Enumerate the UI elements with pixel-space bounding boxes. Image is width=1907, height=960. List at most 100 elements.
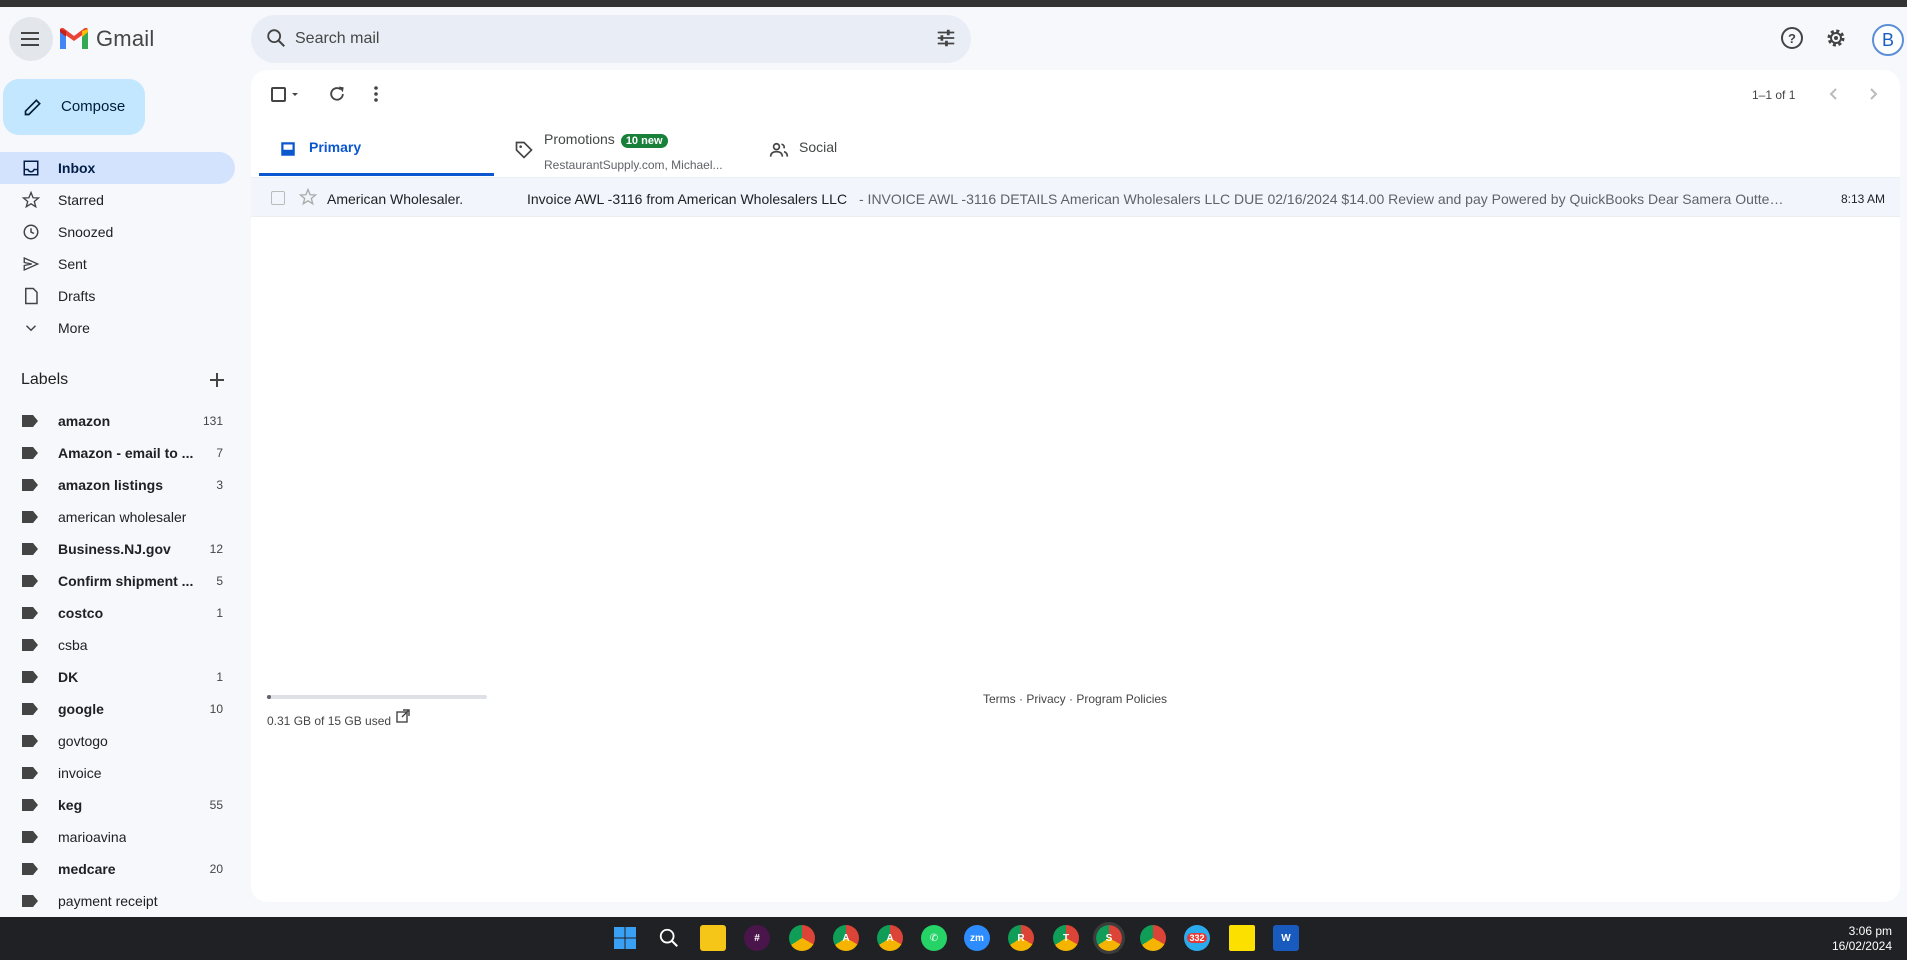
label-item[interactable]: payment receipt — [0, 885, 235, 917]
label-item[interactable]: keg 55 — [0, 789, 235, 821]
search-icon — [659, 928, 678, 947]
label-name: Business.NJ.gov — [58, 541, 171, 557]
label-tag-icon — [22, 511, 38, 523]
more-vert-icon — [374, 86, 378, 102]
program-policies-link[interactable]: Program Policies — [1076, 692, 1167, 706]
label-name: Confirm shipment ... — [58, 573, 194, 589]
search-bar[interactable] — [251, 15, 971, 63]
label-tag-icon — [22, 767, 38, 779]
search-input[interactable] — [295, 27, 895, 51]
tab-promotions[interactable]: Promotions 10 new RestaurantSupply.com, M… — [494, 122, 729, 176]
select-all-checkbox[interactable] — [270, 84, 304, 109]
file-explorer-icon[interactable] — [700, 925, 726, 951]
system-clock[interactable]: 3:06 pm 16/02/2024 — [1832, 924, 1892, 954]
tab-primary[interactable]: Primary — [259, 122, 494, 176]
label-item[interactable]: DK 1 — [0, 661, 235, 693]
search-options-icon[interactable] — [935, 27, 957, 49]
nav-item-drafts[interactable]: Drafts — [0, 280, 235, 312]
profile-badge: T — [1062, 932, 1070, 944]
chrome-profile-t-icon[interactable]: T — [1053, 925, 1079, 951]
label-name: Amazon - email to ... — [58, 445, 194, 461]
newer-button[interactable] — [1824, 84, 1844, 109]
label-count: 131 — [202, 414, 223, 428]
separator: · — [1015, 692, 1027, 706]
nav-item-starred[interactable]: Starred — [0, 184, 235, 216]
label-item[interactable]: govtogo — [0, 725, 235, 757]
label-item[interactable]: Business.NJ.gov 12 — [0, 533, 235, 565]
chrome-profile-r-icon[interactable]: R — [1008, 925, 1034, 951]
label-count: 1 — [216, 606, 223, 620]
refresh-icon — [330, 86, 344, 101]
svg-text:?: ? — [1788, 31, 1796, 46]
label-item[interactable]: marioavina — [0, 821, 235, 853]
label-tag-icon — [22, 831, 38, 843]
label-count: 3 — [216, 478, 223, 492]
label-item[interactable]: Confirm shipment ... 5 — [0, 565, 235, 597]
label-tag-icon — [22, 639, 38, 651]
whatsapp-icon[interactable]: ✆ — [921, 925, 947, 951]
nav-item-inbox[interactable]: Inbox — [0, 152, 235, 184]
compose-label: Compose — [61, 98, 126, 115]
window-top-strip — [0, 0, 1907, 7]
privacy-link[interactable]: Privacy — [1026, 692, 1065, 706]
label-item[interactable]: Amazon - email to ... 7 — [0, 437, 235, 469]
label-tag-icon — [22, 735, 38, 747]
label-name: invoice — [58, 765, 102, 781]
refresh-button[interactable] — [327, 84, 347, 109]
label-item[interactable]: google 10 — [0, 693, 235, 725]
word-icon[interactable]: W — [1273, 925, 1299, 951]
nav-item-snoozed[interactable]: Snoozed — [0, 216, 235, 248]
label-item[interactable]: costco 1 — [0, 597, 235, 629]
slack-icon[interactable]: # — [744, 925, 770, 951]
add-label-icon[interactable] — [208, 371, 226, 389]
send-icon — [23, 256, 40, 272]
chrome-profile-a2-icon[interactable]: A — [877, 925, 903, 951]
sticky-notes-icon[interactable] — [1229, 925, 1255, 951]
help-button[interactable]: ? — [1779, 25, 1805, 51]
label-name: csba — [58, 637, 88, 653]
chrome-profile-a-icon[interactable]: A — [833, 925, 859, 951]
label-item[interactable]: amazon listings 3 — [0, 469, 235, 501]
email-row[interactable]: American Wholesaler. Invoice AWL -3116 f… — [251, 177, 1900, 217]
more-options-button[interactable] — [366, 84, 386, 109]
chrome-profile-icon[interactable] — [1140, 925, 1166, 951]
settings-button[interactable] — [1823, 25, 1849, 51]
account-avatar[interactable]: B — [1872, 24, 1904, 56]
star-icon[interactable] — [299, 188, 317, 206]
terms-link[interactable]: Terms — [983, 692, 1016, 706]
gmail-logo[interactable]: Gmail — [58, 26, 154, 52]
star-icon — [22, 191, 40, 209]
taskbar-search[interactable] — [656, 925, 682, 951]
zoom-icon[interactable]: zm — [964, 925, 990, 951]
label-item[interactable]: amazon 131 — [0, 405, 235, 437]
label-tag-icon — [22, 607, 38, 619]
tab-social[interactable]: Social — [749, 122, 984, 176]
telegram-icon[interactable]: 332 — [1184, 925, 1210, 951]
older-button[interactable] — [1863, 84, 1883, 109]
label-tag-icon — [22, 703, 38, 715]
open-external-icon[interactable] — [396, 709, 410, 723]
compose-button[interactable]: Compose — [3, 79, 145, 135]
storage-usage: 0.31 GB of 15 GB used — [267, 714, 392, 728]
main-menu-button[interactable] — [9, 17, 53, 61]
tab-label: Social — [799, 139, 838, 155]
zoom-label: zm — [970, 932, 984, 944]
label-item[interactable]: csba — [0, 629, 235, 661]
nav-label: Snoozed — [58, 224, 114, 240]
chrome-icon[interactable] — [789, 925, 815, 951]
row-checkbox[interactable] — [271, 191, 285, 205]
tab-sub-senders: RestaurantSupply.com, Michael... — [544, 158, 723, 172]
nav-item-more[interactable]: More — [0, 312, 235, 344]
email-snippet: - INVOICE AWL -3116 DETAILS American Who… — [859, 191, 1789, 207]
nav-item-sent[interactable]: Sent — [0, 248, 235, 280]
chrome-profile-s-icon[interactable]: S — [1093, 922, 1125, 954]
profile-badge: S — [1105, 932, 1113, 944]
search-icon[interactable] — [265, 27, 287, 49]
label-item[interactable]: invoice — [0, 757, 235, 789]
label-item[interactable]: medcare 20 — [0, 853, 235, 885]
chevron-down-icon — [25, 325, 37, 332]
label-name: keg — [58, 797, 83, 813]
windows-logo-icon — [614, 927, 636, 949]
start-button[interactable] — [612, 925, 638, 951]
label-item[interactable]: american wholesaler — [0, 501, 235, 533]
